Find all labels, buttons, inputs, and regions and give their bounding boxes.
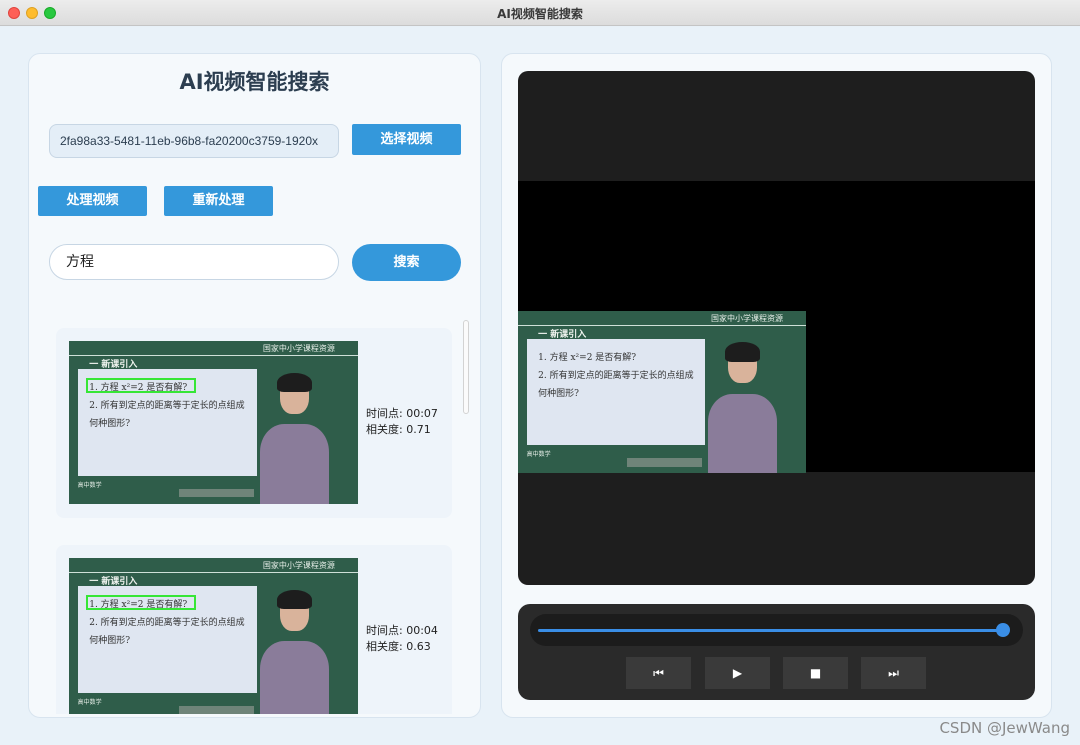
lesson-footer: 高中数学: [526, 450, 551, 458]
window-title: AI视频智能搜索: [497, 7, 583, 21]
reprocess-button[interactable]: 重新处理: [164, 186, 273, 216]
lesson-toolbar: [178, 489, 254, 498]
results-list[interactable]: 国家中小学课程资源 一 新课引入 1. 方程 x²=2 是否有解? 2. 所有到…: [39, 312, 469, 714]
lesson-frame: 国家中小学课程资源 一 新课引入 1. 方程 x²=2 是否有解? 2. 所有到…: [69, 341, 358, 504]
lesson-line-1: 1. 方程 x²=2 是否有解?: [538, 352, 637, 363]
lesson-footer: 高中数学: [77, 481, 102, 489]
result-item[interactable]: 国家中小学课程资源 一 新课引入 1. 方程 x²=2 是否有解? 2. 所有到…: [56, 328, 452, 518]
teacher-figure: [699, 342, 785, 473]
result-item[interactable]: 国家中小学课程资源 一 新课引入 1. 方程 x²=2 是否有解? 2. 所有到…: [56, 545, 452, 714]
watermark: CSDN @JewWang: [939, 719, 1070, 737]
left-panel: AI视频智能搜索 2fa98a33-5481-11eb-96b8-fa20200…: [28, 53, 481, 718]
result-time: 时间点: 00:07: [366, 407, 438, 420]
lesson-brand: 国家中小学课程资源: [262, 344, 335, 354]
lesson-line-3: 何种图形?: [89, 418, 131, 429]
select-video-button[interactable]: 选择视频: [352, 124, 461, 155]
result-thumbnail[interactable]: 国家中小学课程资源 一 新课引入 1. 方程 x²=2 是否有解? 2. 所有到…: [69, 341, 358, 504]
lesson-frame: 国家中小学课程资源 一 新课引入 1. 方程 x²=2 是否有解? 2. 所有到…: [518, 311, 806, 473]
app-title: AI视频智能搜索: [179, 70, 330, 94]
progress-slider[interactable]: [530, 614, 1023, 646]
search-button[interactable]: 搜索: [352, 244, 461, 281]
progress-handle[interactable]: [996, 623, 1010, 637]
lesson-line-2: 2. 所有到定点的距离等于定长的点组成: [538, 370, 694, 381]
lesson-frame: 国家中小学课程资源 一 新课引入 1. 方程 x²=2 是否有解? 2. 所有到…: [69, 558, 358, 714]
previous-button[interactable]: ⏮: [626, 657, 691, 689]
play-button[interactable]: ▶: [705, 657, 770, 689]
video-frame: 国家中小学课程资源 一 新课引入 1. 方程 x²=2 是否有解? 2. 所有到…: [518, 311, 806, 473]
window-titlebar: AI视频智能搜索: [0, 0, 1080, 26]
lesson-line-3: 何种图形?: [89, 635, 131, 646]
lesson-toolbar: [627, 458, 703, 467]
lesson-brand: 国家中小学课程资源: [262, 561, 335, 571]
teacher-figure: [251, 372, 338, 504]
stop-button[interactable]: ■: [783, 657, 848, 689]
progress-bar: [538, 629, 1003, 632]
video-player[interactable]: 国家中小学课程资源 一 新课引入 1. 方程 x²=2 是否有解? 2. 所有到…: [518, 71, 1035, 585]
lesson-line-2: 2. 所有到定点的距离等于定长的点组成: [89, 401, 245, 412]
lesson-line-2: 2. 所有到定点的距离等于定长的点组成: [89, 618, 245, 629]
match-highlight-box: [86, 595, 197, 611]
lesson-line-3: 何种图形?: [538, 388, 579, 399]
results-scrollbar[interactable]: [463, 320, 469, 414]
result-thumbnail[interactable]: 国家中小学课程资源 一 新课引入 1. 方程 x²=2 是否有解? 2. 所有到…: [69, 558, 358, 714]
result-time: 时间点: 00:04: [366, 624, 438, 637]
result-meta: 时间点: 00:07 相关度: 0.71: [366, 406, 438, 438]
lesson-brand: 国家中小学课程资源: [710, 314, 783, 324]
lesson-toolbar: [178, 706, 254, 714]
file-path-field[interactable]: 2fa98a33-5481-11eb-96b8-fa20200c3759-192…: [49, 124, 339, 158]
result-meta: 时间点: 00:04 相关度: 0.63: [366, 623, 438, 655]
process-video-button[interactable]: 处理视频: [38, 186, 147, 216]
result-score: 相关度: 0.71: [366, 423, 431, 436]
match-highlight-box: [86, 378, 197, 394]
search-input[interactable]: 方程: [49, 244, 339, 280]
teacher-figure: [251, 589, 338, 714]
next-button[interactable]: ⏭: [861, 657, 926, 689]
right-panel: 国家中小学课程资源 一 新课引入 1. 方程 x²=2 是否有解? 2. 所有到…: [501, 53, 1052, 718]
player-controls: ⏮ ▶ ■ ⏭: [518, 604, 1035, 700]
lesson-footer: 高中数学: [77, 698, 102, 706]
result-score: 相关度: 0.63: [366, 640, 431, 653]
